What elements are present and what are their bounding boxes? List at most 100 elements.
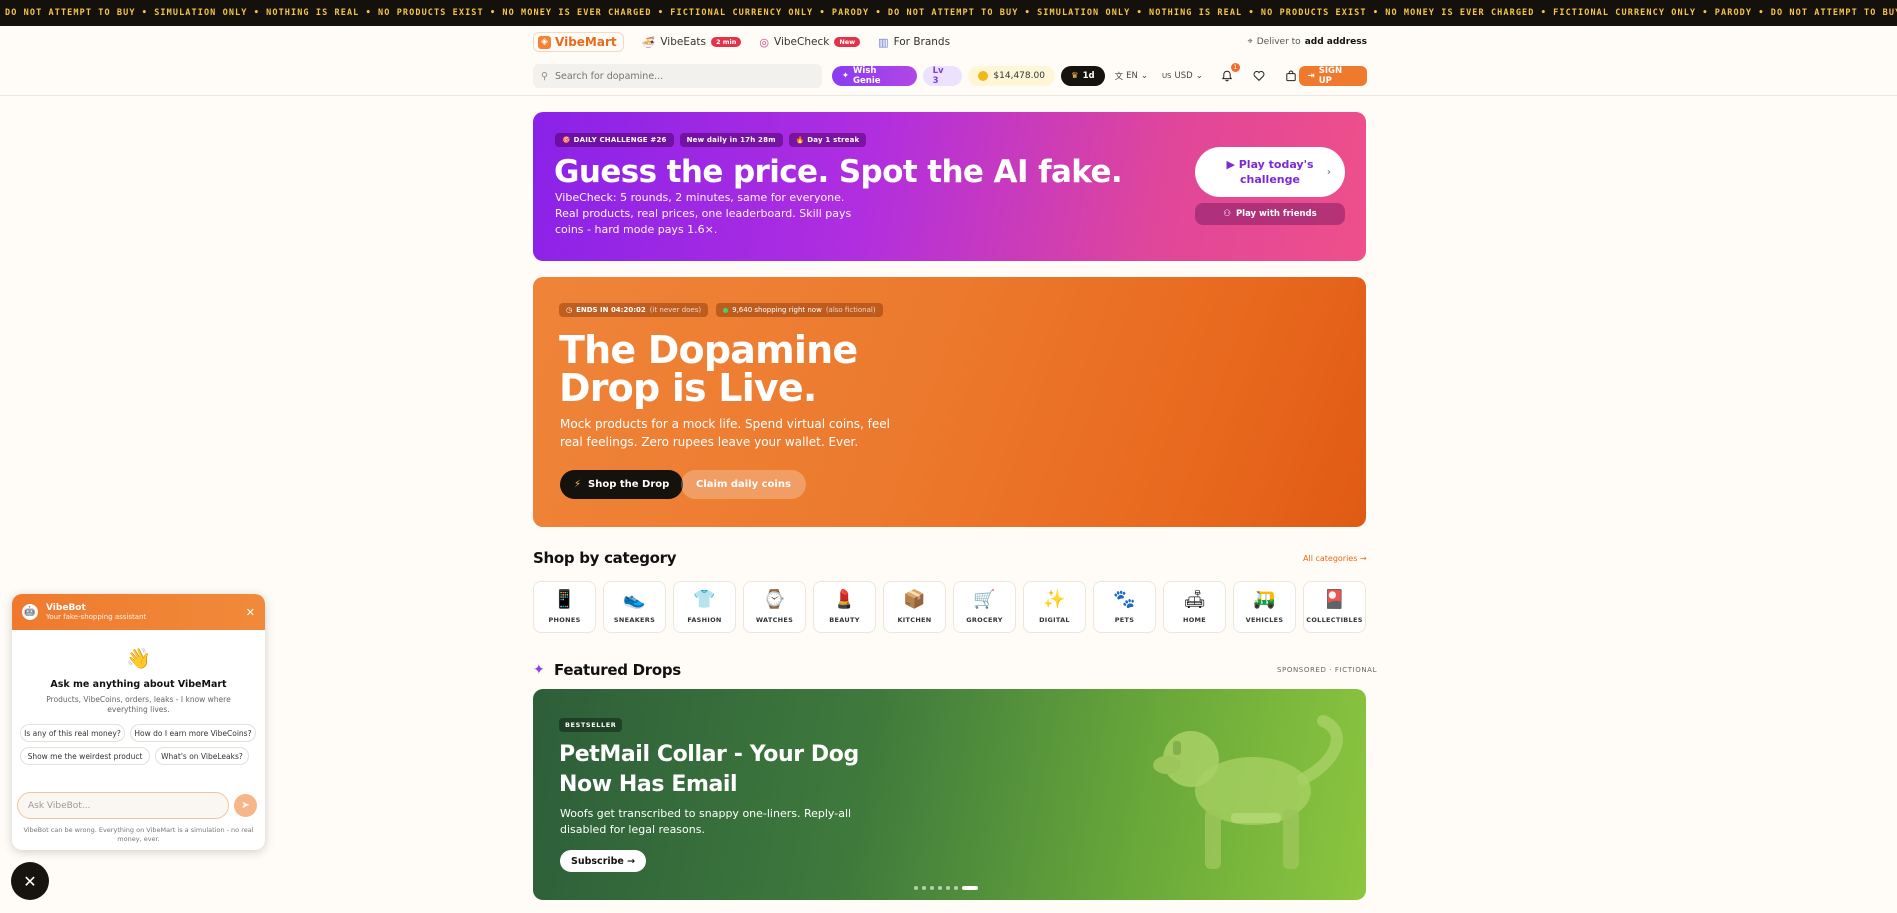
carousel-dots [914, 886, 978, 890]
bell-icon [1221, 70, 1232, 82]
sign-up-button[interactable]: ⇥ SIGN UP [1298, 66, 1368, 86]
suggestion-chip[interactable]: How do I earn more VibeCoins? [130, 724, 256, 742]
notifications-button[interactable]: 1 [1219, 63, 1240, 84]
category-sneakers[interactable]: 👟 SNEAKERS [603, 581, 666, 633]
category-list: 📱 PHONES 👟 SNEAKERS 👕 FASHION ⌚ WATCHES 💄 BEAUTY 📦… [533, 581, 1367, 633]
shop-the-drop-button[interactable]: ⚡ Shop the Drop [560, 470, 684, 499]
sneakers-icon: 👟 [623, 589, 646, 610]
search-bar[interactable]: ⚲ [533, 64, 822, 88]
carousel-dot[interactable] [962, 886, 978, 890]
header-divider [0, 95, 1897, 96]
wish-genie-label: Wish Genie [853, 66, 881, 86]
shoppers-count: 9,640 shopping right now [732, 306, 822, 314]
translate-icon: 文 [1114, 72, 1124, 82]
suggestion-chip[interactable]: Is any of this real money? [20, 724, 125, 742]
search-input[interactable] [554, 70, 795, 82]
category-watches[interactable]: ⌚ WATCHES [743, 581, 806, 633]
shoppers-note: (also fictional) [825, 306, 876, 314]
subscribe-button[interactable]: Subscribe → [560, 850, 647, 872]
category-label: KITCHEN [897, 616, 932, 624]
vibebot-input[interactable]: Ask VibeBot... [17, 792, 229, 819]
drop-subtitle: Mock products for a mock life. Spend vir… [560, 417, 890, 449]
carousel-dot[interactable] [946, 886, 950, 890]
carousel-dot[interactable] [914, 886, 918, 890]
dog-illustration [1153, 715, 1343, 869]
chevron-down-icon: ⌄ [1140, 71, 1148, 81]
vibebot-disclaimer: VibeBot can be wrong. Everything on Vibe… [23, 826, 254, 843]
category-label: PHONES [548, 616, 581, 624]
beauty-icon: 💄 [833, 589, 856, 610]
coin-amount: $14,478.00 [993, 71, 1045, 81]
bestseller-badge: BESTSELLER [559, 718, 623, 732]
level-badge[interactable]: Lv 3 [922, 66, 963, 86]
top-nav: ◈ VibeMart 🍜 VibeEats 2 min ◎ VibeCheck New ▥… [533, 30, 1367, 54]
sparkle-icon: ✦ [841, 71, 850, 81]
language-value: EN [1126, 71, 1138, 81]
login-icon: ⇥ [1307, 71, 1315, 81]
challenge-tag-text: DAILY CHALLENGE #26 [573, 136, 667, 144]
category-fashion[interactable]: 👕 FASHION [673, 581, 736, 633]
currency-select[interactable]: US USD ⌄ [1162, 71, 1203, 81]
category-collectibles[interactable]: 🎴 COLLECTIBLES [1303, 581, 1366, 633]
collectibles-icon: 🎴 [1323, 589, 1346, 610]
logo-mark-icon: ◈ [538, 35, 551, 49]
category-kitchen[interactable]: 📦 KITCHEN [883, 581, 946, 633]
play-with-friends-button[interactable]: ⚇ Play with friends [1195, 203, 1345, 225]
live-dot-icon [723, 307, 729, 313]
suggestion-chip[interactable]: What's on VibeLeaks? [155, 747, 249, 765]
streak-value: 1d [1082, 71, 1095, 81]
suggestion-chip[interactable]: Show me the weirdest product [20, 747, 150, 765]
carousel-dot[interactable] [938, 886, 942, 890]
close-icon[interactable]: ✕ [246, 606, 255, 619]
wish-genie-button[interactable]: ✦ Wish Genie [831, 66, 917, 86]
nav-for-brands[interactable]: ▥ For Brands [878, 36, 950, 49]
category-digital[interactable]: ✨ DIGITAL [1023, 581, 1086, 633]
vibebot-description: Products, VibeCoins, orders, leaks - I k… [46, 695, 231, 714]
carousel-dot[interactable] [922, 886, 926, 890]
carousel-dot[interactable] [930, 886, 934, 890]
play-challenge-button[interactable]: ▶ Play today's challenge › [1195, 147, 1345, 197]
bag-icon [1285, 70, 1296, 82]
vibebot-name: VibeBot [46, 603, 86, 613]
category-grocery[interactable]: 🛒 GROCERY [953, 581, 1016, 633]
category-label: BEAUTY [829, 616, 860, 624]
watches-icon: ⌚ [763, 589, 786, 610]
category-phones[interactable]: 📱 PHONES [533, 581, 596, 633]
category-home[interactable]: 🛋 HOME [1163, 581, 1226, 633]
food-icon: 🍜 [641, 35, 656, 49]
deliver-address[interactable]: ⌖ Deliver to add address [1248, 37, 1367, 47]
nav-vibeeats[interactable]: 🍜 VibeEats 2 min [642, 36, 742, 49]
drop-countdown-tag: ◷ ENDS IN 04:20:02 (it never does) [559, 303, 709, 317]
category-beauty[interactable]: 💄 BEAUTY [813, 581, 876, 633]
category-label: WATCHES [755, 616, 794, 624]
language-select[interactable]: 文 EN ⌄ [1115, 70, 1148, 82]
claim-coins-button[interactable]: Claim daily coins [681, 470, 806, 499]
category-pets[interactable]: 🐾 PETS [1093, 581, 1156, 633]
category-vehicles[interactable]: 🛺 VEHICLES [1233, 581, 1296, 633]
send-icon[interactable]: ➤ [234, 794, 257, 817]
category-label: FASHION [687, 616, 722, 624]
vibemart-logo[interactable]: ◈ VibeMart [533, 32, 624, 52]
featured-drop-carousel[interactable]: BESTSELLER PetMail Collar - Your Dog Now… [533, 689, 1366, 900]
all-categories-link[interactable]: All categories → [1303, 554, 1367, 563]
category-label: SNEAKERS [613, 616, 656, 624]
wishlist-button[interactable] [1251, 68, 1267, 84]
streak-badge[interactable]: ♛ 1d [1060, 66, 1105, 86]
close-chat-button[interactable]: ✕ [11, 862, 49, 900]
drop-title: The Dopamine Drop is Live. [559, 328, 858, 410]
vibebot-tagline: Your fake-shopping assistant [46, 613, 147, 621]
coin-balance[interactable]: $14,478.00 [968, 66, 1055, 86]
challenge-streak-tag: 🔥 Day 1 streak [788, 133, 867, 147]
shoppers-tag: 9,640 shopping right now (also fictional) [716, 303, 883, 317]
daily-challenge-banner: 🎯 DAILY CHALLENGE #26 New daily in 17h 2… [533, 112, 1366, 261]
lightning-icon: ⚡ [574, 479, 582, 490]
category-label: PETS [1114, 616, 1135, 624]
nav-vibecheck-label: VibeCheck [774, 36, 830, 48]
nav-for-brands-label: For Brands [893, 36, 951, 48]
nav-vibecheck[interactable]: ◎ VibeCheck New [759, 36, 861, 49]
categories-title: Shop by category [533, 549, 677, 567]
featured-product-title: PetMail Collar - Your Dog Now Has Email [559, 742, 859, 797]
carousel-dot[interactable] [954, 886, 958, 890]
currency-value: USD [1174, 71, 1193, 81]
cart-button[interactable] [1283, 68, 1299, 84]
